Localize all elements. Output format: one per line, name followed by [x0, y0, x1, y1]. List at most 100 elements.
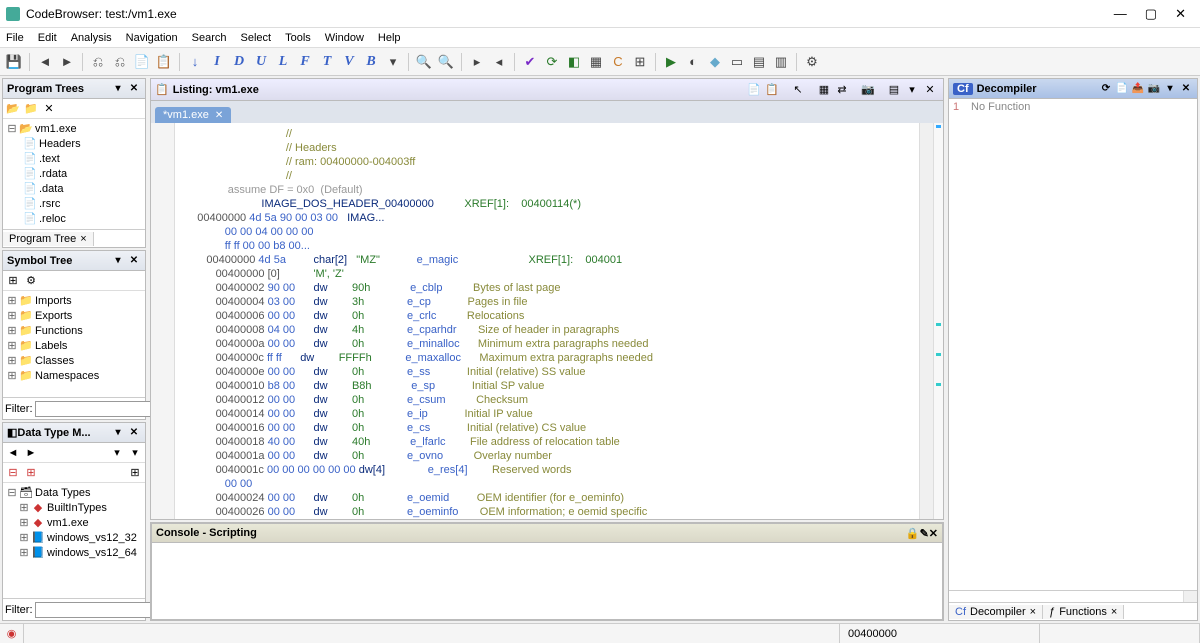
tree-node[interactable]: ⊞📁Namespaces	[5, 368, 143, 383]
decompiler-body[interactable]: 1No Function	[949, 99, 1197, 590]
panel-close-icon[interactable]: ✕	[127, 82, 141, 96]
close-icon[interactable]: ×	[80, 233, 86, 245]
lock-icon[interactable]: 🔒	[906, 527, 920, 540]
paste-icon[interactable]: 📋	[154, 52, 174, 72]
tree-root[interactable]: ⊟🗃Data Types	[5, 485, 143, 500]
dropdown-icon[interactable]: ▾	[383, 52, 403, 72]
refresh-icon[interactable]: ⟳	[1099, 82, 1113, 96]
listing-body[interactable]: // // Headers // ram: 00400000-004003ff …	[151, 123, 919, 519]
check-icon[interactable]: ✔	[520, 52, 540, 72]
menu-search[interactable]: Search	[192, 32, 227, 44]
tab-functions[interactable]: ƒFunctions×	[1043, 605, 1124, 619]
undo-icon[interactable]: ⎌	[88, 52, 108, 72]
layout-icon[interactable]: ▥	[771, 52, 791, 72]
stop-icon[interactable]: ◐	[683, 52, 703, 72]
forward-icon[interactable]: ►	[57, 52, 77, 72]
panel-close-icon[interactable]: ✕	[921, 81, 939, 99]
graph-icon[interactable]: C	[608, 52, 628, 72]
minimize-button[interactable]: —	[1114, 6, 1127, 22]
save-icon[interactable]: 💾	[4, 52, 24, 72]
diff-icon[interactable]: ⇄	[833, 81, 851, 99]
maximize-button[interactable]: ▢	[1145, 6, 1157, 22]
tree-node[interactable]: ⊞📘windows_vs12_64	[5, 545, 143, 560]
fields-icon[interactable]: ▦	[815, 81, 833, 99]
panel-close-icon[interactable]: ✕	[127, 426, 141, 440]
panel-close-icon[interactable]: ✕	[127, 254, 141, 268]
f-button[interactable]: F	[295, 52, 315, 72]
t-button[interactable]: T	[317, 52, 337, 72]
panel-menu-icon[interactable]: ▾	[111, 426, 125, 440]
tree-node[interactable]: ⊞◆vm1.exe	[5, 515, 143, 530]
tree-node[interactable]: ⊞📘windows_vs12_32	[5, 530, 143, 545]
u-button[interactable]: U	[251, 52, 271, 72]
mark-icon[interactable]: ▸	[467, 52, 487, 72]
forward-icon[interactable]: ►	[23, 445, 39, 461]
options-icon[interactable]: ▤	[885, 81, 903, 99]
close-icon[interactable]: ✕	[215, 110, 223, 121]
clear-icon[interactable]: ✎	[920, 527, 929, 540]
i-button[interactable]: I	[207, 52, 227, 72]
tree-node[interactable]: 📄.rsrc	[5, 196, 143, 211]
menu-help[interactable]: Help	[378, 32, 401, 44]
group-icon[interactable]: ⊞	[5, 273, 21, 289]
close-icon[interactable]: ×	[1111, 606, 1117, 618]
expand-icon[interactable]: ⊞	[23, 465, 39, 481]
menu-edit[interactable]: Edit	[38, 32, 57, 44]
console-body[interactable]	[151, 543, 943, 620]
panel-menu-icon[interactable]: ▾	[1163, 82, 1177, 96]
tree-node[interactable]: 📄.reloc	[5, 211, 143, 226]
unmark-icon[interactable]: ◂	[489, 52, 509, 72]
copy-icon[interactable]: 📄	[132, 52, 152, 72]
tree-node[interactable]: ⊞📁Classes	[5, 353, 143, 368]
config-icon[interactable]: ⚙	[23, 273, 39, 289]
tab-decompiler[interactable]: CfDecompiler×	[949, 605, 1043, 619]
config-icon[interactable]: ▾	[127, 445, 143, 461]
l-button[interactable]: L	[273, 52, 293, 72]
folder-open-icon[interactable]: 📂	[5, 101, 21, 117]
d-button[interactable]: D	[229, 52, 249, 72]
tree-node[interactable]: 📄.rdata	[5, 166, 143, 181]
panel-menu-icon[interactable]: ▾	[111, 254, 125, 268]
menu-file[interactable]: File	[6, 32, 24, 44]
step-icon[interactable]: ◆	[705, 52, 725, 72]
snapshot-icon[interactable]: 📷	[1147, 82, 1161, 96]
tree-node[interactable]: ⊞📁Functions	[5, 323, 143, 338]
close-icon[interactable]: ×	[1030, 606, 1036, 618]
snapshot-icon[interactable]: 📷	[859, 81, 877, 99]
copy-icon[interactable]: 📄	[745, 81, 763, 99]
marker-track[interactable]	[933, 123, 943, 519]
folder-closed-icon[interactable]: 📁	[23, 101, 39, 117]
tree-node[interactable]: ⊞📁Exports	[5, 308, 143, 323]
zoom-out-icon[interactable]: 🔍	[436, 52, 456, 72]
menu-window[interactable]: Window	[325, 32, 364, 44]
tree-node[interactable]: 📄.text	[5, 151, 143, 166]
redo-icon[interactable]: ⎌	[110, 52, 130, 72]
menu-navigation[interactable]: Navigation	[126, 32, 178, 44]
run-icon[interactable]: ▶	[661, 52, 681, 72]
menu-analysis[interactable]: Analysis	[71, 32, 112, 44]
tab-program-tree[interactable]: Program Tree×	[3, 232, 94, 246]
tree-node[interactable]: ⊞◆BuiltInTypes	[5, 500, 143, 515]
v-button[interactable]: V	[339, 52, 359, 72]
b-button[interactable]: B	[361, 52, 381, 72]
panel-menu-icon[interactable]: ▾	[903, 81, 921, 99]
panel-close-icon[interactable]: ✕	[929, 527, 938, 540]
tree-node[interactable]: 📄Headers	[5, 136, 143, 151]
menu-tools[interactable]: Tools	[285, 32, 311, 44]
tree-icon[interactable]: ⊞	[630, 52, 650, 72]
menu-select[interactable]: Select	[241, 32, 272, 44]
delete-icon[interactable]: ✕	[41, 101, 57, 117]
filter-icon[interactable]: ▾	[109, 445, 125, 461]
down-arrow-icon[interactable]: ↓	[185, 52, 205, 72]
tree-node[interactable]: ⊞📁Labels	[5, 338, 143, 353]
window-icon[interactable]: ▭	[727, 52, 747, 72]
collapse-icon[interactable]: ⊟	[5, 465, 21, 481]
scrollbar[interactable]	[919, 123, 933, 519]
close-button[interactable]: ✕	[1175, 6, 1186, 22]
paste-icon[interactable]: 📋	[763, 81, 781, 99]
copy-icon[interactable]: 📄	[1115, 82, 1129, 96]
blocks-icon[interactable]: ▦	[586, 52, 606, 72]
file-tab[interactable]: *vm1.exe✕	[155, 107, 231, 123]
panel-menu-icon[interactable]: ▾	[111, 82, 125, 96]
panel-close-icon[interactable]: ✕	[1179, 82, 1193, 96]
